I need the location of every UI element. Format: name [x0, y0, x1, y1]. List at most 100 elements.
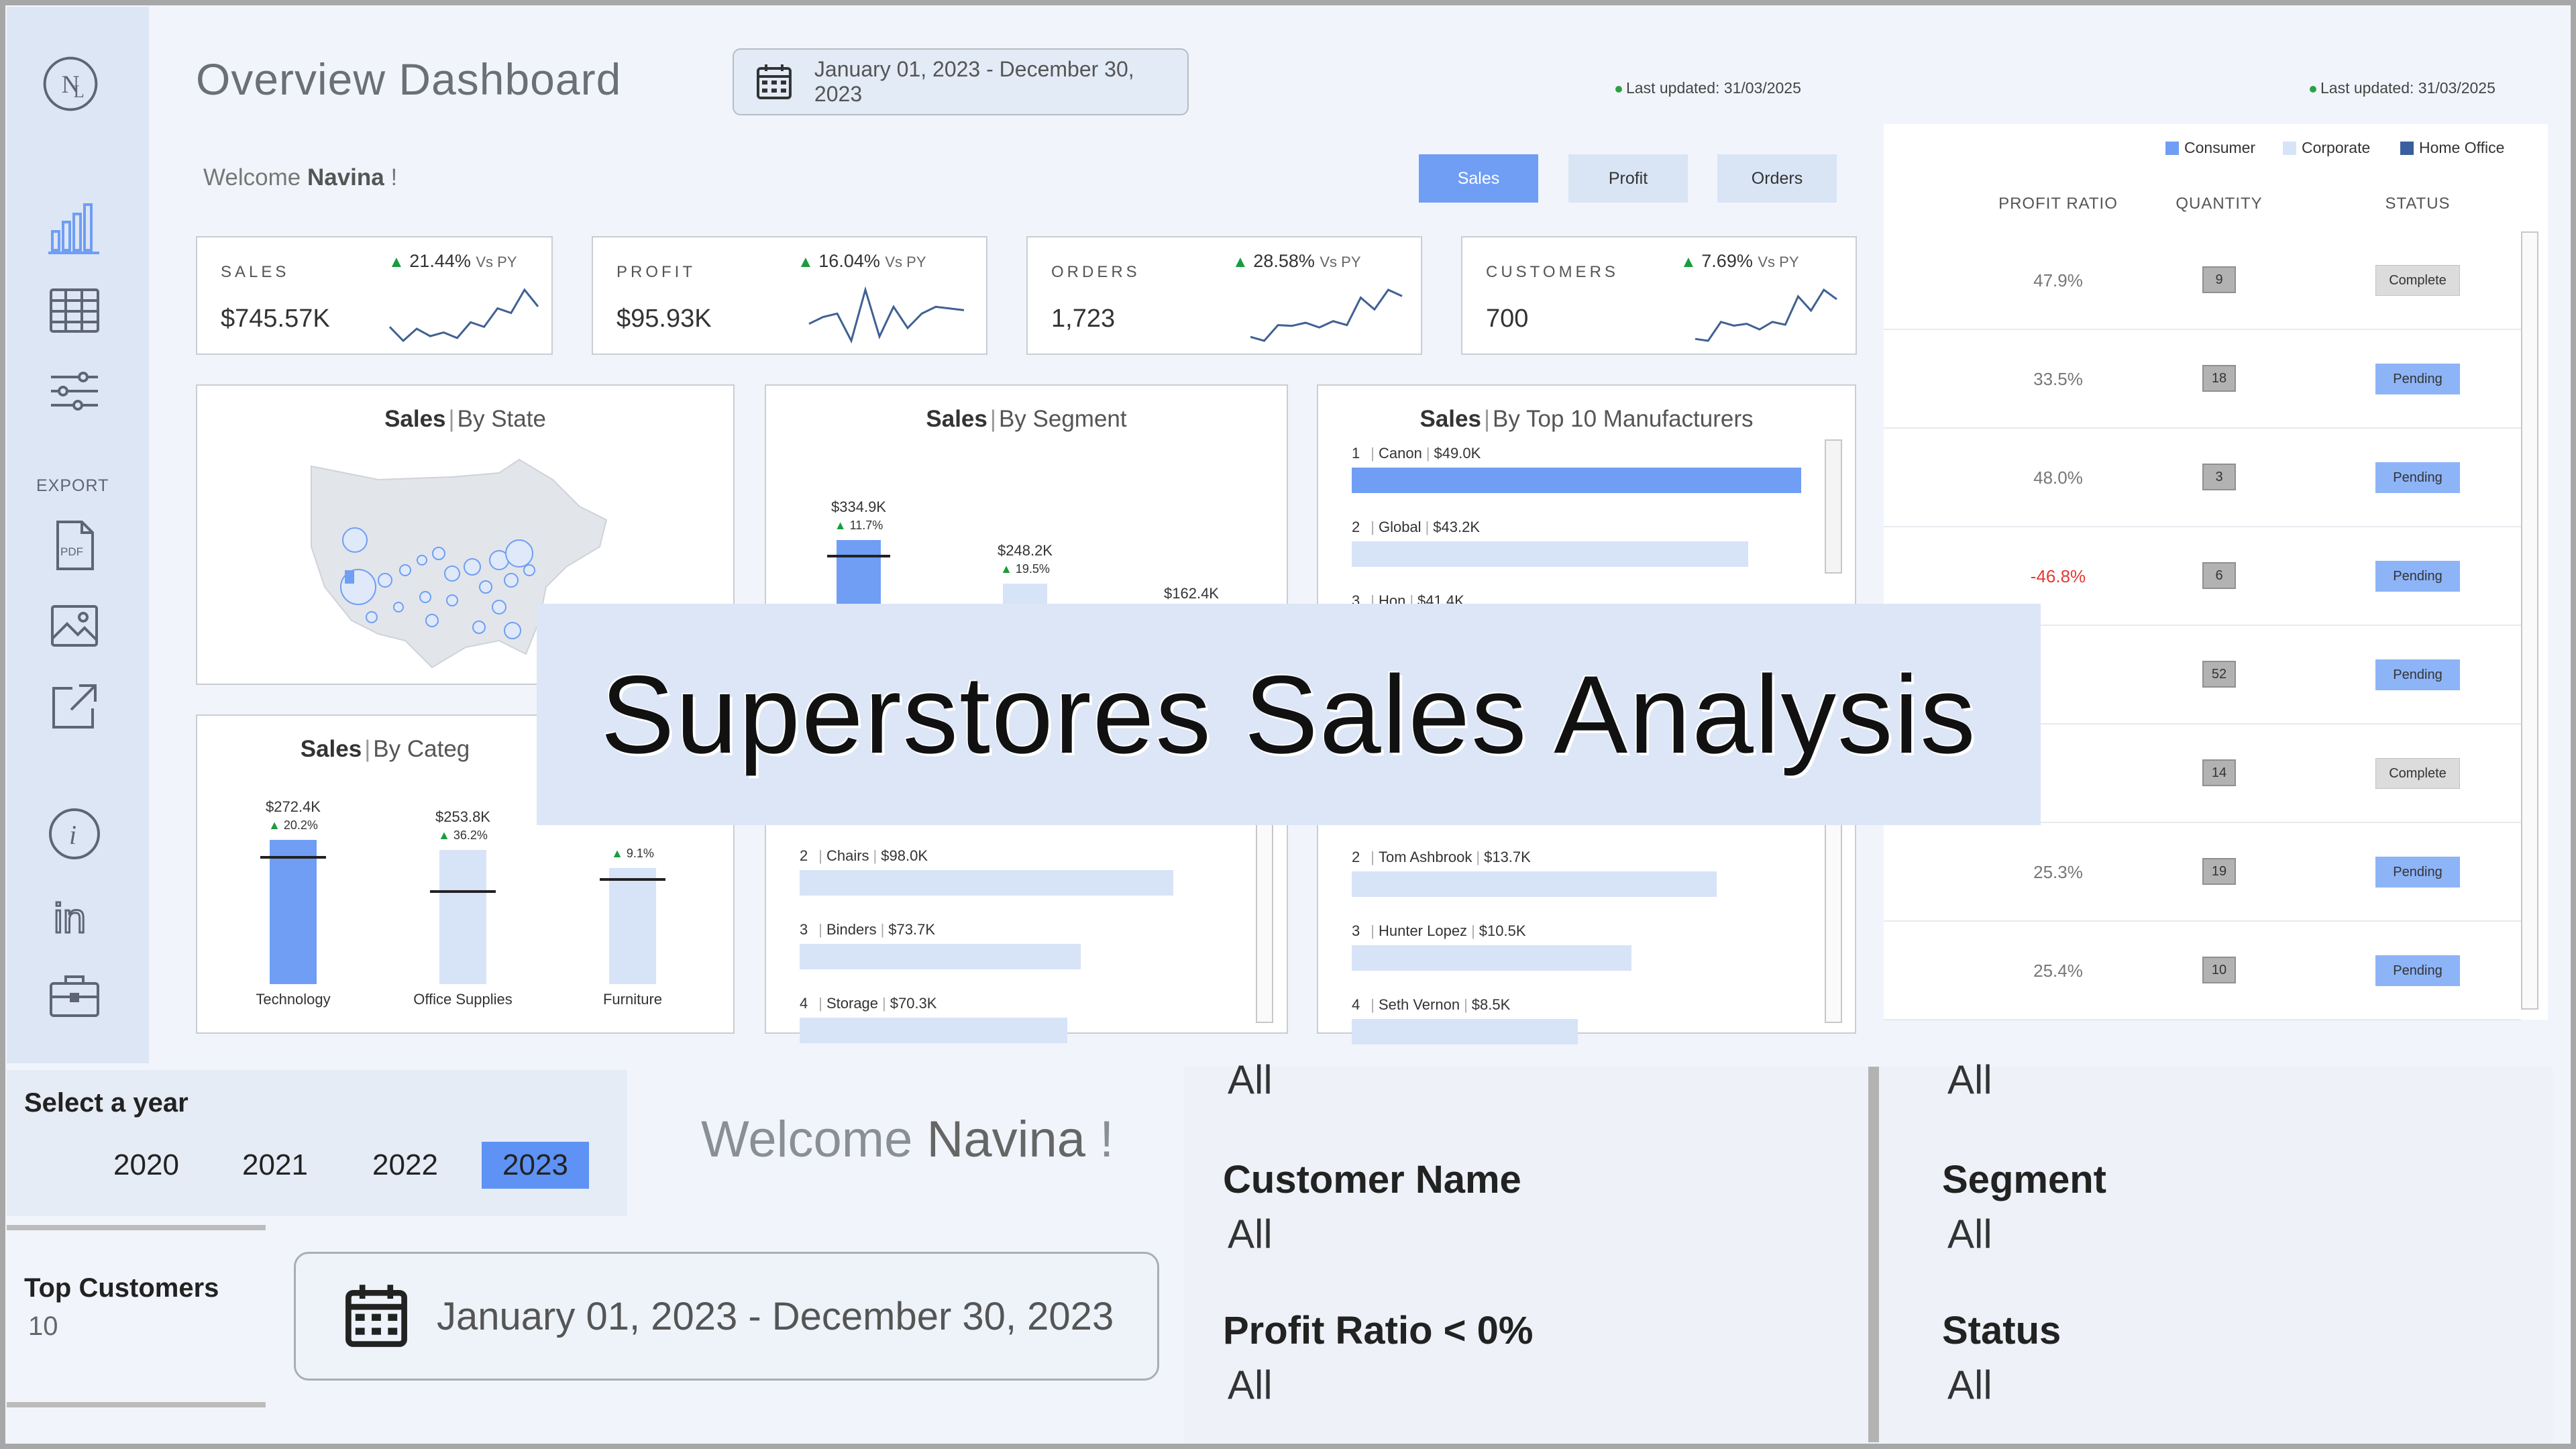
last-updated-right: Last updated: 31/03/2025 [2310, 79, 2496, 97]
bar-chart-icon[interactable] [46, 198, 103, 256]
table-row[interactable]: 47.9% 9 Complete [1884, 231, 2521, 330]
status-badge: Pending [2375, 364, 2460, 394]
share-icon[interactable] [46, 678, 103, 735]
export-label: EXPORT [36, 476, 109, 495]
year-2022-button[interactable]: 2022 [352, 1142, 459, 1189]
bar[interactable] [1352, 871, 1717, 897]
logo-icon[interactable]: NL [27, 40, 114, 127]
scrollbar[interactable] [1825, 815, 1842, 1023]
bar[interactable] [800, 1018, 1068, 1043]
table-row[interactable]: 25.4% 10 Pending [1884, 922, 2521, 1020]
bar-growth-label: ▲ 36.2% [438, 828, 488, 842]
kpi-sparkline [808, 286, 965, 344]
bar[interactable] [1352, 1019, 1578, 1044]
header-status[interactable]: STATUS [2351, 195, 2485, 213]
kpi-card-profit: PROFIT $95.93K ▲ 16.04% Vs PY [592, 236, 987, 355]
status-badge: Pending [2375, 659, 2460, 690]
orders-table: Consumer Corporate Home Office PROFIT RA… [1884, 124, 2548, 1020]
bar[interactable] [439, 849, 486, 984]
bar[interactable] [1352, 541, 1748, 567]
quantity-cell: 18 [2202, 365, 2236, 392]
legend-home-office: Home Office [2400, 139, 2504, 157]
bar-value-label: $272.4K [266, 798, 321, 815]
table-row[interactable]: 25.3% 19 Pending [1884, 823, 2521, 922]
target-line [430, 890, 496, 893]
segment-filter-value[interactable]: All [1947, 1211, 1992, 1257]
date-range-picker[interactable]: January 01, 2023 - December 30, 2023 [733, 48, 1189, 115]
up-arrow-icon: ▲ [1232, 253, 1248, 271]
sparkline-line [808, 286, 965, 344]
bar[interactable] [270, 840, 317, 984]
svg-text:in: in [54, 896, 86, 942]
header-quantity[interactable]: QUANTITY [2152, 195, 2286, 213]
profit-ratio-cell: 47.9% [2033, 270, 2083, 290]
svg-text:L: L [74, 81, 85, 101]
bar-row-label: 2 | Global | $43.2K [1352, 519, 1481, 535]
bar[interactable] [609, 868, 656, 984]
category-label: Technology [256, 991, 331, 1008]
scrollbar[interactable] [1256, 822, 1273, 1023]
year-2023-button[interactable]: 2023 [482, 1142, 589, 1189]
tab-orders[interactable]: Orders [1717, 154, 1837, 203]
kpi-card-customers: CUSTOMERS 700 ▲ 7.69% Vs PY [1461, 236, 1857, 355]
filter-value[interactable]: All [1947, 1057, 1992, 1103]
kpi-value: 1,723 [1051, 305, 1116, 333]
bar[interactable] [800, 870, 1173, 896]
profit-ratio-filter-label: Profit Ratio < 0% [1223, 1309, 1534, 1352]
bar-growth-label: ▲ 19.5% [1000, 561, 1050, 576]
bar-row-label: 4 | Seth Vernon | $8.5K [1352, 996, 1511, 1013]
bar-row-label: 2 | Chairs | $98.0K [800, 847, 928, 864]
kpi-label: SALES [221, 263, 290, 281]
status-dot-icon [2310, 85, 2316, 93]
sliders-icon[interactable] [46, 362, 103, 420]
quantity-cell: 6 [2202, 562, 2236, 589]
kpi-change: ▲ 28.58% Vs PY [1232, 251, 1361, 271]
top-customers-value[interactable]: 10 [28, 1311, 58, 1342]
quantity-cell: 14 [2202, 759, 2236, 786]
profit-ratio-filter-value[interactable]: All [1228, 1362, 1273, 1408]
tab-sales[interactable]: Sales [1419, 154, 1538, 203]
linkedin-icon[interactable]: in [46, 885, 103, 943]
kpi-sparkline [1695, 288, 1837, 342]
kpi-change: ▲ 7.69% Vs PY [1680, 251, 1799, 271]
pdf-icon[interactable]: PDF [46, 517, 103, 574]
table-row[interactable]: 33.5% 18 Pending [1884, 330, 2521, 429]
bar[interactable] [800, 944, 1081, 969]
bar[interactable] [1352, 945, 1631, 971]
kpi-value: 700 [1486, 305, 1529, 333]
legend-swatch [2283, 141, 2296, 155]
table-scrollbar[interactable] [2521, 231, 2538, 1010]
bar-row-label: 3 | Binders | $73.7K [800, 921, 936, 938]
year-2021-button[interactable]: 2021 [221, 1142, 329, 1189]
kpi-card-sales: SALES $745.57K ▲ 21.44% Vs PY [196, 236, 553, 355]
kpi-card-orders: ORDERS 1,723 ▲ 28.58% Vs PY [1026, 236, 1422, 355]
profit-ratio-cell: 25.3% [2033, 862, 2083, 882]
customer-name-value[interactable]: All [1228, 1211, 1273, 1257]
filter-value[interactable]: All [1228, 1057, 1273, 1103]
tab-profit[interactable]: Profit [1568, 154, 1688, 203]
status-filter-value[interactable]: All [1947, 1362, 1992, 1408]
legend-swatch [2400, 141, 2414, 155]
bar[interactable] [1352, 468, 1801, 493]
table-icon[interactable] [46, 282, 103, 339]
header-profit-ratio[interactable]: PROFIT RATIO [1984, 195, 2132, 213]
year-2020-button[interactable]: 2020 [93, 1142, 200, 1189]
category-label: Furniture [602, 991, 663, 1008]
kpi-label: CUSTOMERS [1486, 263, 1619, 281]
date-range-picker-large[interactable]: January 01, 2023 - December 30, 2023 [294, 1252, 1159, 1381]
scrollbar[interactable] [1825, 439, 1842, 574]
info-icon[interactable]: i [46, 805, 103, 863]
status-filter-label: Status [1942, 1309, 2061, 1352]
table-row[interactable]: 48.0% 3 Pending [1884, 429, 2521, 527]
panel-title: Sales | By Categ [300, 736, 470, 762]
up-arrow-icon: ▲ [798, 253, 814, 271]
bar-row-label: 1 | Canon | $49.0K [1352, 445, 1481, 462]
kpi-label: ORDERS [1051, 263, 1140, 281]
status-badge: Pending [2375, 955, 2460, 986]
calendar-icon [756, 64, 792, 99]
briefcase-icon[interactable] [46, 966, 103, 1024]
profit-ratio-cell: 25.4% [2033, 961, 2083, 981]
image-icon[interactable] [46, 597, 103, 655]
date-range-text: January 01, 2023 - December 30, 2023 [814, 57, 1134, 106]
status-badge: Complete [2375, 265, 2460, 296]
